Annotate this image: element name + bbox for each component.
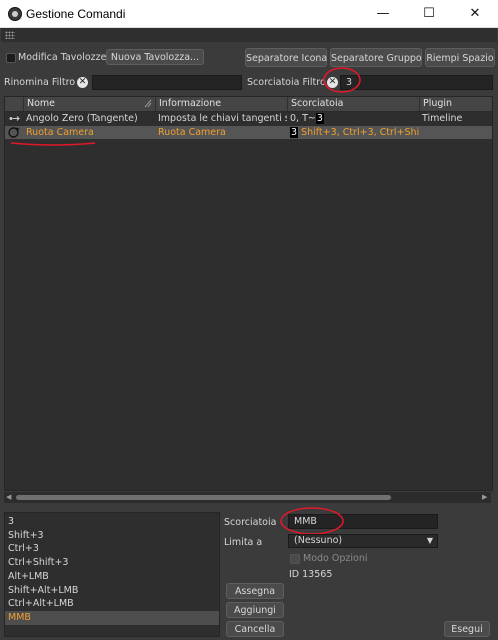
table-header: Nome Informazione Scorciatoia Plugin [5,97,492,112]
limita-label: Limita a [224,537,263,548]
shortcut-text: Shift+3, Ctrl+3, Ctrl+Shift+ [301,127,419,138]
scorciatoia-filtro-label: Scorciatoia Filtro [247,77,326,88]
row-informazione: Ruota Camera [158,127,226,138]
nuova-tavolozza-button[interactable]: Nuova Tavolozza... [106,49,204,65]
scroll-right-icon[interactable]: ▶ [482,493,487,501]
modifica-tavolozze-label: Modifica Tavolozze [18,52,107,63]
commands-table: Nome Informazione Scorciatoia Plugin Ang… [4,96,493,491]
list-item[interactable]: 3 [5,515,219,529]
list-item[interactable]: Ctrl+3 [5,542,219,556]
column-header-scorciatoia[interactable]: Scorciatoia [287,97,419,111]
resize-grip-icon[interactable] [144,99,152,108]
scrollbar-thumb[interactable] [16,495,391,500]
shortcut-text: 0, T~ [290,113,316,124]
horizontal-scrollbar[interactable]: ◀ ▶ [4,492,491,503]
shortcut-highlight: 3 [290,127,299,138]
list-item[interactable]: Shift+Alt+LMB [5,584,219,598]
modo-opzioni-checkbox[interactable] [290,554,300,564]
id-text: ID 13565 [289,569,333,580]
row-plugin [419,126,492,139]
column-header-informazione[interactable]: Informazione [155,97,287,111]
separatore-icona-button[interactable]: Separatore Icona [245,48,327,67]
list-item-selected[interactable]: MMB [5,610,219,625]
limita-value: (Nessuno) [294,535,343,546]
list-item[interactable]: Alt+LMB [5,570,219,584]
assegna-button[interactable]: Assegna [226,583,284,599]
rotate-camera-icon [7,126,23,139]
row-plugin: Timeline [422,113,463,124]
row-scorciatoia: 3 Shift+3, Ctrl+3, Ctrl+Shift+ [287,126,419,139]
tangent-icon [7,112,23,125]
annotation-circle [280,507,344,535]
row-scorciatoia: 0, T~3 [287,112,419,125]
row-nome: Ruota Camera [26,127,94,138]
scorciatoia-label: Scorciatoia [224,517,277,528]
modo-opzioni-label: Modo Opzioni [303,553,368,564]
menu-strip [1,28,497,42]
rinomina-filtro-label: Rinomina Filtro [4,77,76,88]
grip-icon[interactable] [5,31,15,39]
aggiungi-button[interactable]: Aggiungi [226,602,284,618]
cancella-button[interactable]: Cancella [226,621,284,637]
window-title: Gestione Comandi [26,7,126,21]
list-item[interactable]: Ctrl+Alt+LMB [5,597,219,611]
title-bar: Gestione Comandi — ☐ ✕ [0,0,498,28]
clear-rinomina-icon[interactable]: ✕ [77,77,88,88]
esegui-button[interactable]: Esegui [444,621,490,637]
column-header-icon [5,97,23,111]
filter-row: Rinomina Filtro ✕ Scorciatoia Filtro ✕ 3 [1,67,497,95]
limita-dropdown[interactable]: (Nessuno) ▼ [288,534,438,548]
column-header-plugin[interactable]: Plugin [419,97,492,111]
shortcut-list: 3 Shift+3 Ctrl+3 Ctrl+Shift+3 Alt+LMB Sh… [4,512,220,637]
app-icon [8,7,22,21]
modifica-tavolozze-checkbox[interactable] [6,53,16,63]
minimize-button[interactable]: — [360,0,406,27]
row-informazione: Imposta le chiavi tangenti sel [158,113,287,124]
annotation-circle [323,67,361,93]
riempi-spazio-button[interactable]: Riempi Spazio [425,48,495,67]
chevron-down-icon: ▼ [426,536,433,545]
list-item[interactable]: Shift+3 [5,529,219,543]
maximize-button[interactable]: ☐ [406,0,452,27]
scroll-left-icon[interactable]: ◀ [6,493,11,501]
shortcut-highlight: 3 [315,113,324,124]
column-header-nome[interactable]: Nome [23,97,155,111]
toolbar: Modifica Tavolozze Nuova Tavolozza... Se… [1,43,497,73]
rinomina-filtro-input[interactable] [92,75,242,90]
annotation-underline [10,142,96,146]
close-button[interactable]: ✕ [452,0,498,27]
row-nome: Angolo Zero (Tangente) [26,113,138,124]
table-row-selected[interactable]: Ruota Camera Ruota Camera 3 Shift+3, Ctr… [5,126,492,139]
table-row[interactable]: Angolo Zero (Tangente) Imposta le chiavi… [5,112,492,125]
list-item[interactable]: Ctrl+Shift+3 [5,556,219,570]
